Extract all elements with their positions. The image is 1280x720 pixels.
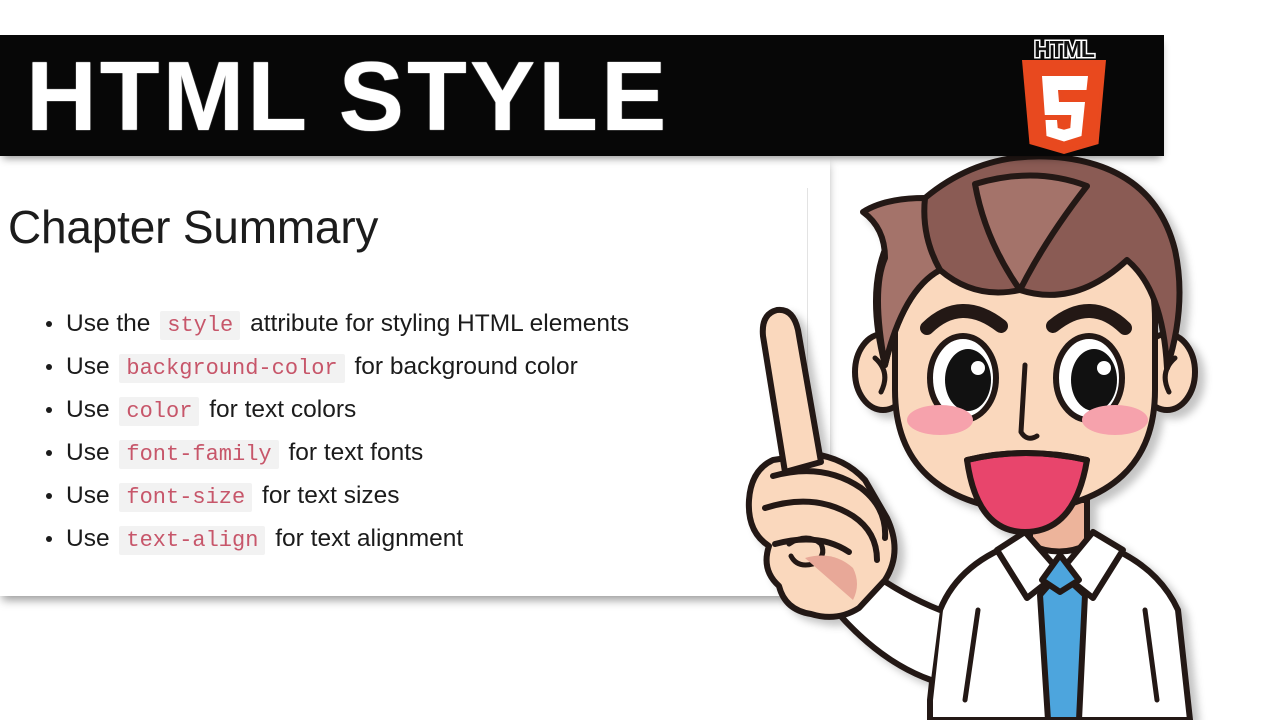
html5-logo-word: HTML [1033,35,1097,62]
code-chip: color [119,397,200,426]
item-text-pre: Use [66,353,110,380]
html5-logo: HTML [1016,35,1112,154]
page-title: Chapter Summary [8,201,379,253]
item-text-post: for background color [354,353,578,380]
code-chip: font-size [119,483,253,512]
shield-digit-five [1042,75,1088,141]
list-item: Use background-color for background colo… [38,345,629,388]
list-item: Use the style attribute for styling HTML… [38,302,629,345]
necktie [1037,569,1088,720]
pupil-left [945,349,991,411]
item-text-post: for text alignment [275,525,464,552]
item-text-post: attribute for styling HTML elements [250,310,630,337]
item-text-pre: Use the [66,310,151,337]
code-chip: font-family [119,440,279,469]
bullet-icon [46,406,52,413]
list-item: Use font-size for text sizes [38,474,629,517]
bullet-icon [46,492,52,499]
pupil-right [1071,349,1117,411]
list-item: Use color for text colors [38,388,629,431]
item-text-pre: Use [66,482,110,509]
index-finger [759,306,824,475]
list-item: Use text-align for text alignment [38,517,629,560]
item-text-pre: Use [66,439,110,466]
item-text-post: for text sizes [262,482,400,509]
code-chip: text-align [119,526,266,555]
list-item: Use font-family for text fonts [38,431,629,474]
code-chip: style [160,311,241,340]
banner-title: HTML STYLE [26,40,670,151]
cartoon-character-illustration [735,140,1280,720]
bullet-icon [46,363,52,370]
item-text-pre: Use [66,396,110,423]
item-text-post: for text colors [209,396,357,423]
code-chip: background-color [119,354,345,383]
cheek-left [907,405,973,435]
bullet-icon [46,449,52,456]
bullet-icon [46,320,52,327]
item-text-post: for text fonts [288,439,424,466]
summary-list: Use the style attribute for styling HTML… [38,302,629,560]
chapter-summary-card: Chapter Summary Use the style attribute … [0,156,830,596]
cheek-right [1082,405,1148,435]
bullet-icon [46,535,52,542]
header-banner: HTML STYLE HTML [0,35,1164,156]
item-text-pre: Use [66,525,110,552]
